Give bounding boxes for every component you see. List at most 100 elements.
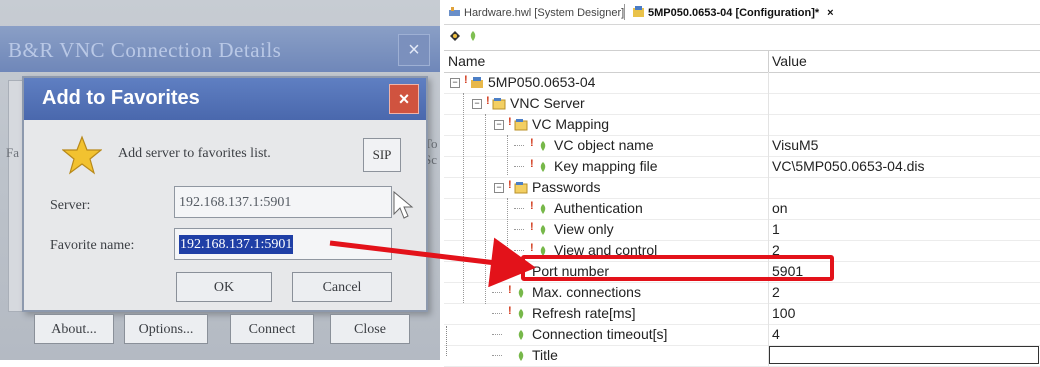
modified-marker-icon: ! bbox=[530, 137, 534, 149]
tree-row-value[interactable]: VC\5MP050.0653-04.dis bbox=[772, 158, 925, 174]
name-column-header[interactable]: Name bbox=[448, 53, 485, 69]
tree-row-name: Passwords bbox=[532, 179, 601, 195]
tree-row-name: Max. connections bbox=[532, 284, 641, 300]
sip-button[interactable]: SIP bbox=[363, 138, 401, 172]
column-separator[interactable] bbox=[768, 51, 769, 72]
tree-row[interactable]: ! View only 1 bbox=[444, 219, 1040, 241]
background-dialog-title: B&R VNC Connection Details bbox=[8, 38, 282, 62]
tab-configuration[interactable]: 5MP050.0653-04 [Configuration]* × bbox=[632, 4, 834, 22]
tree-row[interactable]: ! Key mapping file VC\5MP050.0653-04.dis bbox=[444, 156, 1040, 178]
tree-connector bbox=[514, 145, 524, 146]
tree-row-name: Refresh rate[ms] bbox=[532, 305, 636, 321]
collapse-toggle-icon[interactable]: − bbox=[450, 78, 460, 88]
parameter-icon bbox=[518, 309, 524, 319]
server-field[interactable]: 192.168.137.1:5901 bbox=[174, 186, 392, 218]
parameter-icon bbox=[540, 225, 546, 235]
hardware-icon bbox=[449, 7, 460, 16]
tree-row-name: Key mapping file bbox=[554, 158, 658, 174]
parameter-icon bbox=[518, 351, 524, 361]
modified-marker-icon: ! bbox=[508, 305, 512, 317]
tree-connector bbox=[492, 355, 502, 356]
tree-connector bbox=[514, 166, 524, 167]
row-column-separator bbox=[768, 303, 769, 324]
tree-row-name: Authentication bbox=[554, 200, 643, 216]
tab-hardware-label: Hardware.hwl [System Designer] bbox=[464, 7, 625, 19]
row-column-separator bbox=[768, 282, 769, 303]
title-value-input[interactable] bbox=[769, 346, 1039, 364]
tree-row-value[interactable]: VisuM5 bbox=[772, 137, 818, 153]
dialog-message: Add server to favorites list. bbox=[118, 146, 271, 161]
background-close-button[interactable]: × bbox=[398, 34, 430, 66]
tree-row[interactable]: Connection timeout[s] 4 bbox=[444, 324, 1040, 346]
parameter-icon bbox=[518, 330, 524, 340]
modified-marker-icon: ! bbox=[508, 284, 512, 296]
row-column-separator bbox=[768, 219, 769, 240]
tab-close-button[interactable]: × bbox=[827, 7, 833, 19]
close-button[interactable]: Close bbox=[330, 314, 410, 344]
tree-connector bbox=[492, 334, 502, 335]
collapse-toggle-icon[interactable]: − bbox=[494, 183, 504, 193]
parameter-icon bbox=[540, 141, 546, 151]
modified-marker-icon: ! bbox=[530, 242, 534, 254]
tree-row[interactable]: ! Authentication on bbox=[444, 198, 1040, 220]
dialog-title: Add to Favorites bbox=[42, 87, 200, 109]
status-dot-icon[interactable] bbox=[468, 30, 478, 42]
tree-row-value[interactable]: 4 bbox=[772, 326, 780, 342]
tree-row-value[interactable]: 1 bbox=[772, 221, 780, 237]
tree-row-value[interactable]: 100 bbox=[772, 305, 795, 321]
grid-header: Name Value bbox=[444, 50, 1040, 73]
row-column-separator bbox=[768, 135, 769, 156]
tree-row[interactable]: −! VC Mapping bbox=[444, 114, 1040, 136]
connect-button[interactable]: Connect bbox=[230, 314, 314, 344]
modified-marker-icon: ! bbox=[530, 158, 534, 170]
parameter-icon bbox=[540, 204, 546, 214]
tree-row-name: Connection timeout[s] bbox=[532, 326, 668, 342]
folder-icon bbox=[492, 98, 506, 110]
tree-row-name: Title bbox=[532, 347, 558, 363]
tab-configuration-label: 5MP050.0653-04 [Configuration]* bbox=[648, 7, 820, 19]
tree-row[interactable]: −! 5MP050.0653-04 bbox=[444, 72, 1040, 94]
tree-row-name: VNC Server bbox=[510, 95, 585, 111]
dialog-close-button[interactable]: × bbox=[389, 84, 419, 114]
row-column-separator bbox=[768, 114, 769, 135]
tree-row[interactable]: −! Passwords bbox=[444, 177, 1040, 199]
editor-tab-bar: Hardware.hwl [System Designer] 5MP050.06… bbox=[444, 0, 1040, 25]
tree-row[interactable]: ! Max. connections 2 bbox=[444, 282, 1040, 304]
expand-all-icon[interactable] bbox=[448, 29, 462, 43]
tree-guide-line bbox=[507, 135, 508, 175]
collapse-toggle-icon[interactable]: − bbox=[494, 120, 504, 130]
favorite-name-label: Favorite name: bbox=[50, 238, 135, 253]
tree-row-name: 5MP050.0653-04 bbox=[488, 74, 596, 90]
tree-row-value[interactable]: on bbox=[772, 200, 788, 216]
favorite-name-field[interactable]: 192.168.137.1:5901 bbox=[174, 228, 392, 260]
tree-connector bbox=[492, 313, 502, 314]
parameter-icon bbox=[518, 288, 524, 298]
about-button[interactable]: About... bbox=[34, 314, 114, 344]
collapse-toggle-icon[interactable]: − bbox=[472, 99, 482, 109]
row-column-separator bbox=[768, 198, 769, 219]
tab-separator bbox=[624, 4, 625, 20]
tree-guide-line bbox=[463, 93, 464, 303]
tree-connector bbox=[492, 271, 502, 272]
server-label: Server: bbox=[50, 198, 91, 213]
row-column-separator bbox=[768, 93, 769, 114]
tree-guide-line bbox=[485, 114, 486, 304]
editor-toolbar bbox=[444, 25, 1040, 47]
tree-row[interactable]: ! Refresh rate[ms] 100 bbox=[444, 303, 1040, 325]
tree-row-value[interactable]: 2 bbox=[772, 284, 780, 300]
modified-marker-icon: ! bbox=[530, 221, 534, 233]
tree-connector bbox=[514, 229, 524, 230]
options-button[interactable]: Options... bbox=[124, 314, 208, 344]
tree-guide-line bbox=[507, 198, 508, 262]
tree-row[interactable]: ! VC object name VisuM5 bbox=[444, 135, 1040, 157]
device-icon bbox=[471, 77, 483, 88]
tree-row[interactable]: −! VNC Server bbox=[444, 93, 1040, 115]
value-column-header[interactable]: Value bbox=[772, 53, 807, 69]
tree-guide bbox=[446, 326, 447, 356]
cancel-button[interactable]: Cancel bbox=[292, 272, 392, 302]
configuration-editor: Hardware.hwl [System Designer] 5MP050.06… bbox=[444, 0, 1040, 367]
modified-marker-icon: ! bbox=[530, 200, 534, 212]
tree-row[interactable]: Title bbox=[444, 345, 1040, 367]
ok-button[interactable]: OK bbox=[176, 272, 272, 302]
tab-hardware[interactable]: Hardware.hwl [System Designer] bbox=[448, 4, 624, 22]
